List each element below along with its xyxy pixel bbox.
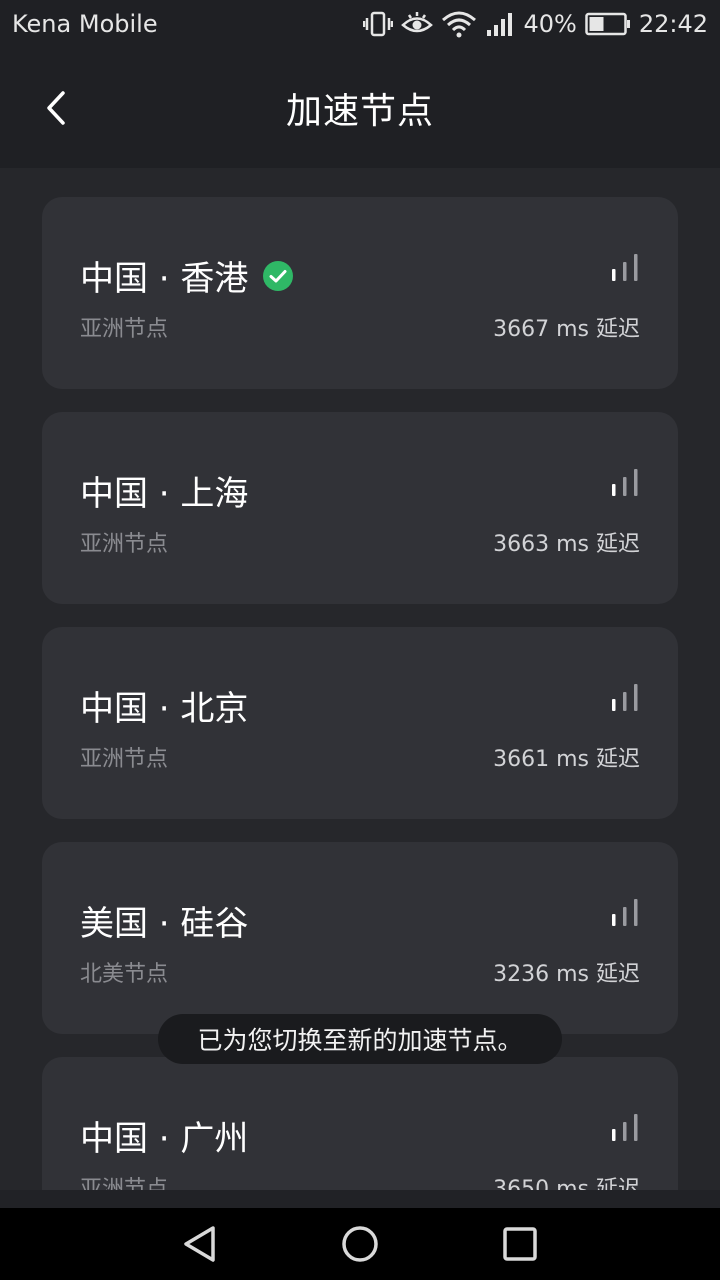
system-nav-bar [0,1208,720,1280]
node-name-row: 中国 · 广州 [80,1111,248,1160]
node-latency: 3661 ms 延迟 [493,747,640,772]
node-region: 亚洲节点 [80,747,169,772]
page-title: 加速节点 [285,91,434,132]
signal-strength-icon [612,254,638,281]
node-latency: 3236 ms 延迟 [493,962,640,987]
node-name: 中国 · 广州 [80,1119,249,1159]
status-bar: Kena Mobile 40% 22:42 [0,0,720,48]
node-name-row: 中国 · 上海 [80,466,248,515]
node-region: 亚洲节点 [80,1177,169,1190]
signal-strength-icon [612,899,638,926]
node-name: 中国 · 香港 [80,259,249,299]
selected-check-icon [263,260,294,291]
battery-icon [585,12,630,36]
eye-icon [401,12,434,33]
signal-strength-icon [612,684,638,711]
node-latency: 3663 ms 延迟 [493,532,640,557]
node-card-shanghai[interactable]: 中国 · 上海 亚洲节点 3663 ms 延迟 [42,412,678,604]
carrier-name: Kena Mobile [12,10,158,38]
node-card-hongkong[interactable]: 中国 · 香港 亚洲节点 3667 ms 延迟 [42,197,678,389]
node-name: 中国 · 上海 [80,474,249,514]
node-name: 中国 · 北京 [80,689,249,729]
vibrate-icon [363,11,394,37]
node-name-row: 美国 · 硅谷 [80,896,248,945]
node-name-row: 中国 · 北京 [80,681,248,730]
back-triangle-icon[interactable] [180,1224,220,1264]
cell-signal-icon [487,13,513,36]
node-latency: 3650 ms 延迟 [493,1177,640,1190]
toast-message: 已为您切换至新的加速节点。 [158,1014,562,1064]
node-region: 亚洲节点 [80,317,169,342]
signal-strength-icon [612,1114,638,1141]
node-latency: 3667 ms 延迟 [493,317,640,342]
signal-strength-icon [612,469,638,496]
node-card-siliconvalley[interactable]: 美国 · 硅谷 北美节点 3236 ms 延迟 [42,842,678,1034]
battery-percent: 40% [523,10,577,38]
node-name: 美国 · 硅谷 [80,904,249,944]
node-card-guangzhou[interactable]: 中国 · 广州 亚洲节点 3650 ms 延迟 [42,1057,678,1190]
clock: 22:42 [638,10,708,38]
nav-header: 加速节点 [0,48,720,168]
node-region: 北美节点 [80,962,169,987]
home-circle-icon[interactable] [340,1224,380,1264]
wifi-icon [442,11,477,38]
node-card-beijing[interactable]: 中国 · 北京 亚洲节点 3661 ms 延迟 [42,627,678,819]
status-icons: 40% 22:42 [363,10,708,38]
recents-square-icon[interactable] [500,1224,540,1264]
node-region: 亚洲节点 [80,532,169,557]
node-name-row: 中国 · 香港 [80,251,294,300]
